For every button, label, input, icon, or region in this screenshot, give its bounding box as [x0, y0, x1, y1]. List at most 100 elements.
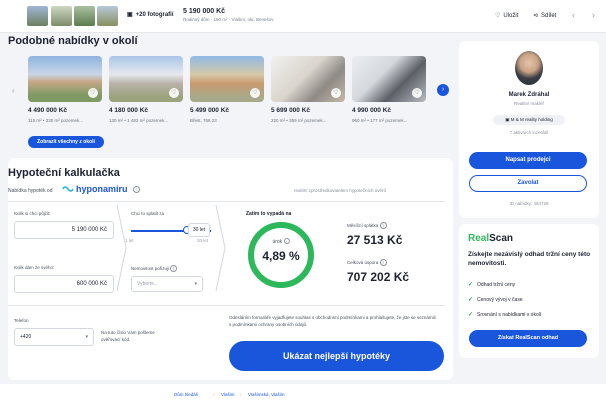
monthly-label: Měsíční splátka i [347, 222, 387, 229]
info-icon[interactable]: i [283, 238, 290, 244]
realscan-headline: Získejte nezávislý odhad tržní ceny této… [468, 251, 591, 267]
property-select[interactable]: Vyberte... ▾ [131, 276, 203, 292]
phone-hint: Na tuto číslo Vám pošleme ověřovací kód. [101, 330, 155, 342]
years-label: Chci to splatit za [131, 211, 165, 216]
card-desc: 960 m² • 177 m² pozemek... [352, 118, 408, 123]
photos-label: +20 fotografií [135, 11, 174, 18]
years-value[interactable]: 30 let [188, 223, 210, 237]
save-button[interactable]: ♡ Uložit [495, 12, 518, 20]
divider [8, 305, 445, 306]
photo-thumbnail[interactable] [27, 6, 48, 26]
feature-item: ✓ Odhad tržní ceny [468, 281, 516, 289]
chevron-down-icon: ▾ [85, 334, 88, 340]
offer-label: Nabídka hypoték od [8, 188, 53, 194]
listing-image: ♡ [28, 56, 102, 102]
listing-image: ♡ [109, 56, 183, 102]
heart-icon: ♡ [495, 13, 501, 19]
borrow-amount-input[interactable]: 5 190 000 Kč [14, 221, 114, 239]
prev-arrow-icon[interactable]: ‹ [572, 10, 575, 20]
company-badge[interactable]: ▣ M & M reality holding [493, 115, 565, 125]
feature-item: ✓ Cenový vývoj v čase [468, 296, 523, 304]
show-all-nearby-button[interactable]: Zobrazit všechny z okolí [28, 136, 104, 148]
savings-value: 707 202 Kč [347, 270, 410, 284]
property-label: Nemovitost pořizuji i [131, 265, 178, 272]
message-seller-button[interactable]: Napsat prodejci [469, 152, 587, 169]
check-icon: ✓ [468, 297, 474, 303]
card-price: 4 180 000 Kč [109, 107, 149, 114]
similar-card[interactable]: ♡ 4 490 000 Kč 115 m² • 330 m² pozemek..… [28, 56, 102, 123]
heart-icon[interactable]: ♡ [412, 88, 422, 98]
monthly-value: 27 513 Kč [347, 233, 403, 247]
listing-address: Rodinný dům · 160 m² · Vlašim, okr. Bene… [183, 17, 274, 22]
agent-listings[interactable]: 7 aktivních inzerátů [459, 130, 599, 135]
similar-card[interactable]: ♡ 5 699 000 Kč 220 m² • 359 m² pozemek..… [271, 56, 345, 123]
savings-label: Celková úspora i [347, 259, 387, 266]
call-button[interactable]: Zavolat [469, 175, 587, 192]
info-icon[interactable]: i [132, 185, 140, 193]
phone-prefix-select[interactable]: +420 ▾ [14, 328, 94, 346]
info-icon[interactable]: i [170, 265, 178, 272]
hyponamiru-logo: hyponamiru i [62, 184, 140, 194]
phone-label: Telefon [14, 318, 29, 323]
photo-thumbnail[interactable] [74, 6, 95, 26]
avatar [515, 51, 543, 85]
top-bar: ▣ +20 fotografií 5 190 000 Kč Rodinný dů… [0, 0, 606, 33]
breadcrumb-item[interactable]: Dům hledáš [174, 392, 198, 397]
share-icon: ⊲ [533, 13, 539, 19]
check-icon: ✓ [468, 282, 474, 288]
feature-item: ✓ Srovnání s nabídkami v okolí [468, 311, 542, 319]
show-mortgages-button[interactable]: Ukázat nejlepší hypotéky [229, 341, 444, 371]
disclaimer-text: realitní zprostředkovatelem hypotečních … [294, 188, 387, 193]
info-icon[interactable]: i [379, 259, 387, 266]
carousel-next-icon[interactable]: › [437, 84, 449, 96]
card-desc: 220 m² • 359 m² pozemek... [271, 118, 327, 123]
chevron-down-icon: ▾ [194, 281, 197, 287]
heart-icon[interactable]: ♡ [250, 88, 260, 98]
rate-value: 4,89 % [262, 249, 300, 263]
photo-thumbnail[interactable] [97, 6, 118, 26]
card-desc: 115 m² • 330 m² pozemek... [28, 118, 84, 123]
footer-bar [0, 384, 606, 408]
rate-display: úrok i 4,89 % [246, 238, 316, 263]
camera-icon: ▣ [127, 12, 133, 18]
borrow-label: Kolik si chci půjčit: [14, 211, 51, 216]
divider [8, 201, 445, 202]
realscan-logo: RealScan [468, 233, 514, 244]
card-desc: 130 m² • 1 482 m² pozemek... [109, 118, 169, 123]
card-price: 4 990 000 Kč [352, 107, 392, 114]
heart-icon[interactable]: ♡ [169, 88, 179, 98]
similar-card[interactable]: ♡ 4 180 000 Kč 130 m² • 1 482 m² pozemek… [109, 56, 183, 123]
rate-title: Zatím to vypadá na [246, 211, 292, 217]
breadcrumb-item[interactable]: Vlašim [221, 392, 235, 397]
similar-card[interactable]: ♡ 4 990 000 Kč 960 m² • 177 m² pozemek..… [352, 56, 426, 123]
listing-image: ♡ [352, 56, 426, 102]
own-funds-input[interactable]: 600 000 Kč [14, 275, 114, 293]
breadcrumb-item[interactable]: Vlašimská, Vlašim [248, 392, 285, 397]
own-funds-label: Kolik dám ze svého: [14, 265, 55, 270]
listing-image: ♡ [190, 56, 264, 102]
similar-title: Podobné nabídky v okolí [8, 35, 138, 47]
photo-thumbnail[interactable] [51, 6, 72, 26]
agent-role: Realitní makléř [513, 101, 544, 106]
card-price: 5 499 000 Kč [190, 107, 230, 114]
agent-name: Marek Zdráhal [508, 92, 550, 98]
listing-id: ID nabídky: 454728 [509, 201, 549, 206]
similar-card[interactable]: ♡ 5 499 000 Kč Břest, 768 23 [190, 56, 264, 123]
card-price: 4 490 000 Kč [28, 107, 68, 114]
chevron-divider [116, 204, 127, 292]
photos-button[interactable]: ▣ +20 fotografií [127, 11, 174, 19]
carousel-prev-icon[interactable]: ‹ [12, 86, 15, 95]
calculator-title: Hypoteční kalkulačka [8, 167, 120, 179]
building-icon: ▣ [505, 117, 510, 122]
card-desc: Břest, 768 23 [190, 118, 217, 123]
share-button[interactable]: ⊲ Sdílet [533, 12, 556, 20]
heart-icon[interactable]: ♡ [88, 88, 98, 98]
next-arrow-icon[interactable]: › [592, 10, 595, 20]
check-icon: ✓ [468, 312, 474, 318]
consent-text: Odesláním formuláře vyjadřujete souhlas … [229, 315, 436, 327]
realscan-button[interactable]: Získat RealScan odhad [469, 330, 587, 347]
heart-icon[interactable]: ♡ [331, 88, 341, 98]
listing-image: ♡ [271, 56, 345, 102]
chevron-divider [215, 204, 226, 292]
info-icon[interactable]: i [379, 222, 387, 229]
